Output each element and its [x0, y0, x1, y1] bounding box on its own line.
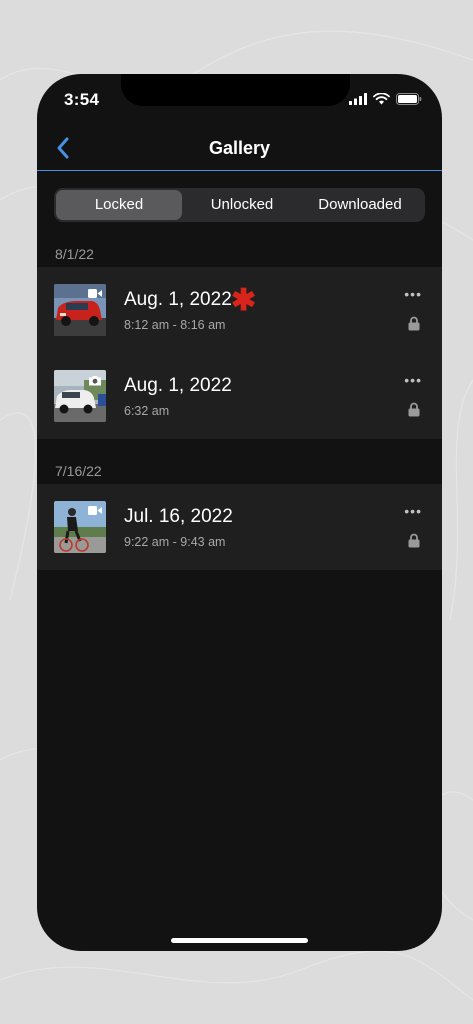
tab-downloaded[interactable]: Downloaded	[298, 190, 422, 220]
wifi-icon	[373, 93, 390, 105]
home-indicator[interactable]	[171, 938, 308, 943]
tab-unlocked[interactable]: Unlocked	[180, 190, 304, 220]
gallery-item[interactable]: Aug. 1, 2022 6:32 am •••	[37, 353, 442, 439]
video-icon	[88, 506, 102, 515]
cellular-signal-icon	[349, 93, 367, 105]
thumbnail-white-car	[54, 370, 106, 422]
thumbnail-red-car	[54, 284, 106, 336]
section-header-date: 7/16/22	[55, 463, 102, 479]
gallery-section-group: Jul. 16, 2022 9:22 am - 9:43 am •••	[37, 484, 442, 570]
item-date: Jul. 16, 2022	[124, 506, 233, 527]
page-title: Gallery	[208, 138, 271, 158]
segmented-control: Locked Unlocked Downloaded	[54, 188, 425, 222]
status-icons	[349, 93, 422, 105]
more-options-icon[interactable]: •••	[404, 504, 422, 518]
item-date: Aug. 1, 2022	[124, 289, 232, 310]
tab-locked[interactable]: Locked	[56, 190, 182, 220]
status-time: 3:54	[64, 90, 100, 109]
star-icon: ✱	[231, 284, 257, 317]
navigation-bar: Gallery	[37, 126, 442, 171]
item-time-range: 9:22 am - 9:43 am	[124, 535, 226, 549]
lock-icon[interactable]	[408, 533, 420, 548]
section-header-date: 8/1/22	[55, 246, 94, 262]
battery-icon	[396, 93, 422, 105]
more-options-icon[interactable]: •••	[404, 287, 422, 301]
camera-icon	[89, 376, 101, 386]
notch	[121, 74, 350, 106]
item-time: 6:32 am	[124, 404, 170, 418]
lock-icon[interactable]	[408, 316, 420, 331]
thumbnail-cyclist	[54, 501, 106, 553]
video-icon	[88, 289, 102, 298]
gallery-section-group: Aug. 1, 2022 ✱ 8:12 am - 8:16 am ••• Aug…	[37, 267, 442, 439]
lock-icon[interactable]	[408, 402, 420, 417]
gallery-item[interactable]: Aug. 1, 2022 ✱ 8:12 am - 8:16 am •••	[37, 267, 442, 353]
gallery-item[interactable]: Jul. 16, 2022 9:22 am - 9:43 am •••	[37, 484, 442, 570]
item-time-range: 8:12 am - 8:16 am	[124, 318, 226, 332]
item-date: Aug. 1, 2022	[124, 375, 232, 396]
phone-screen: 3:54 Gallery Locked Unlocked Downloaded …	[37, 74, 442, 951]
more-options-icon[interactable]: •••	[404, 373, 422, 387]
